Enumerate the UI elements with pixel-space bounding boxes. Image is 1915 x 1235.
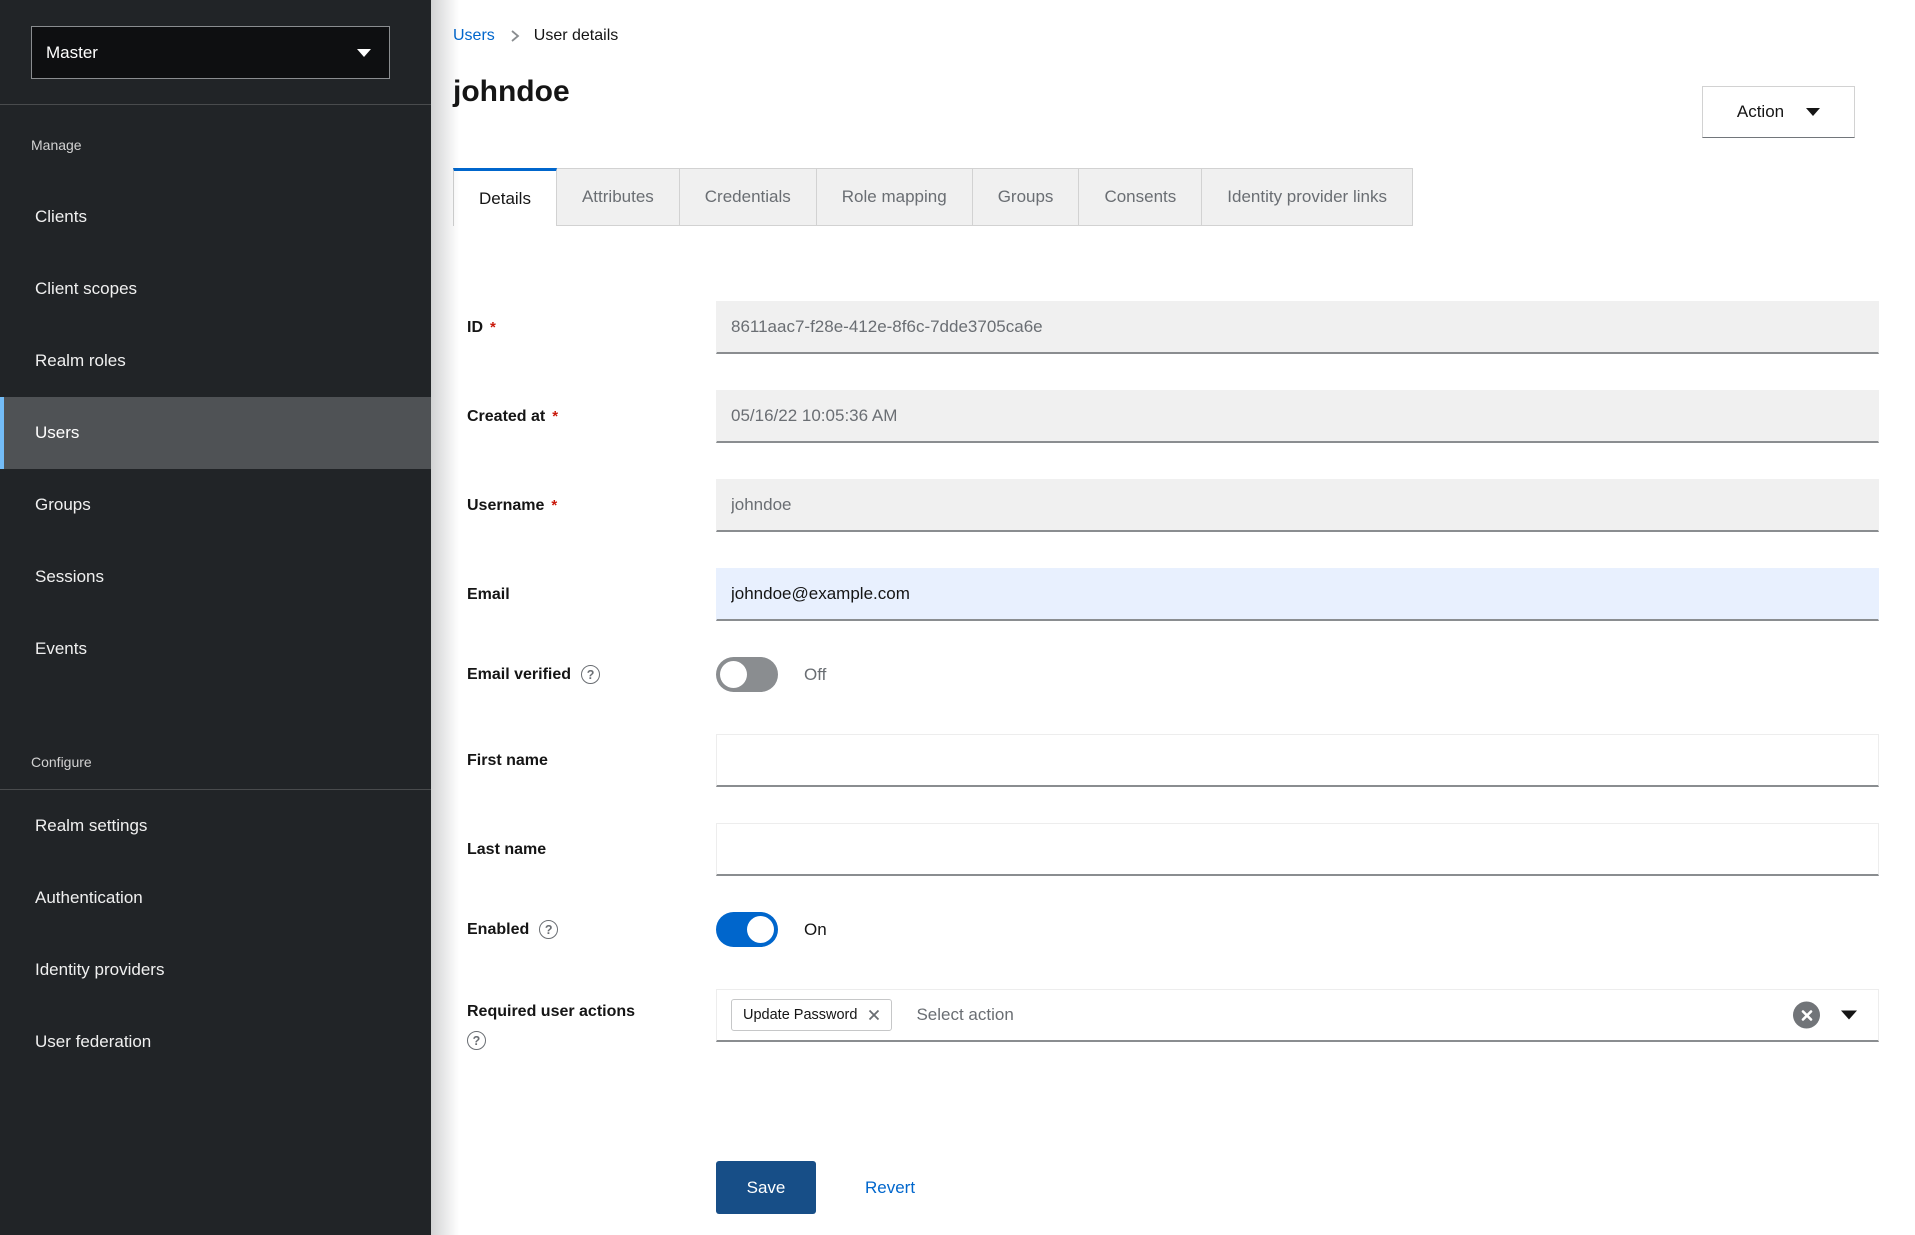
last-name-field[interactable] (716, 823, 1879, 876)
toggle-knob (720, 661, 747, 688)
form-row-created-at: Created at * (467, 390, 1879, 443)
realm-selector[interactable]: Master (31, 26, 390, 79)
form-row-email-verified: Email verified ? Off (467, 657, 1879, 692)
save-button[interactable]: Save (716, 1161, 816, 1214)
chip-remove-icon[interactable] (868, 1009, 880, 1021)
revert-link[interactable]: Revert (865, 1178, 915, 1198)
required-user-actions-select[interactable]: Update Password Select action (716, 989, 1879, 1042)
sidebar-item-realm-roles[interactable]: Realm roles (0, 325, 431, 397)
user-details-form: ID * Created at * Username * (431, 226, 1915, 1214)
sidebar-item-clients[interactable]: Clients (0, 181, 431, 253)
form-row-email: Email (467, 568, 1879, 621)
chevron-down-icon (1806, 108, 1820, 116)
toggle-knob (747, 916, 774, 943)
first-name-label: First name (467, 752, 716, 770)
breadcrumb: Users User details (431, 0, 1915, 45)
tab-credentials[interactable]: Credentials (680, 168, 817, 226)
id-label: ID * (467, 319, 716, 337)
enabled-toggle[interactable] (716, 912, 778, 947)
sidebar-item-events[interactable]: Events (0, 613, 431, 685)
email-verified-state: Off (804, 665, 826, 685)
breadcrumb-current: User details (534, 27, 618, 45)
sidebar-item-client-scopes[interactable]: Client scopes (0, 253, 431, 325)
last-name-label: Last name (467, 841, 716, 859)
sidebar-item-users[interactable]: Users (0, 397, 431, 469)
email-field[interactable] (716, 568, 1879, 621)
tab-attributes[interactable]: Attributes (557, 168, 680, 226)
page-title: johndoe (453, 75, 1915, 109)
sidebar: Master Manage Clients Client scopes Real… (0, 0, 431, 1235)
nav-section-manage: Manage Clients Client scopes Realm roles… (0, 105, 431, 685)
action-dropdown-button[interactable]: Action (1702, 86, 1855, 138)
sidebar-item-authentication[interactable]: Authentication (0, 862, 431, 934)
form-row-username: Username * (467, 479, 1879, 532)
form-row-first-name: First name (467, 734, 1879, 787)
help-icon[interactable]: ? (539, 920, 558, 939)
action-dropdown-label: Action (1737, 102, 1784, 122)
email-verified-label: Email verified ? (467, 665, 716, 684)
enabled-state: On (804, 920, 827, 940)
email-verified-toggle[interactable] (716, 657, 778, 692)
chevron-down-icon[interactable] (1841, 1011, 1857, 1020)
nav-section-title-manage: Manage (0, 109, 431, 181)
enabled-label: Enabled ? (467, 920, 716, 939)
email-label: Email (467, 586, 716, 604)
username-field (716, 479, 1879, 532)
required-asterisk: * (552, 408, 558, 425)
required-asterisk: * (490, 319, 496, 336)
form-row-last-name: Last name (467, 823, 1879, 876)
tab-identity-provider-links[interactable]: Identity provider links (1202, 168, 1413, 226)
form-row-required-user-actions: Required user actions ? Update Password … (467, 989, 1879, 1050)
sidebar-header: Master (0, 0, 431, 105)
created-at-field (716, 390, 1879, 443)
chevron-right-icon (508, 29, 521, 43)
created-at-label: Created at * (467, 408, 716, 426)
main-content: Users User details johndoe Action Detail… (431, 0, 1915, 1235)
required-asterisk: * (551, 497, 557, 514)
required-user-actions-label: Required user actions ? (467, 989, 716, 1050)
first-name-field[interactable] (716, 734, 1879, 787)
sidebar-item-groups[interactable]: Groups (0, 469, 431, 541)
nav-section-title-configure: Configure (0, 734, 431, 790)
breadcrumb-users-link[interactable]: Users (453, 27, 495, 45)
form-row-enabled: Enabled ? On (467, 912, 1879, 947)
form-actions: Save Revert (467, 1161, 1879, 1214)
help-icon[interactable]: ? (467, 1031, 486, 1050)
username-label: Username * (467, 497, 716, 515)
sidebar-item-sessions[interactable]: Sessions (0, 541, 431, 613)
clear-selection-icon[interactable] (1793, 1002, 1820, 1029)
form-row-id: ID * (467, 301, 1879, 354)
select-placeholder: Select action (916, 1005, 1013, 1025)
sidebar-item-identity-providers[interactable]: Identity providers (0, 934, 431, 1006)
help-icon[interactable]: ? (581, 665, 600, 684)
tab-bar: Details Attributes Credentials Role mapp… (453, 168, 1915, 226)
tab-consents[interactable]: Consents (1079, 168, 1202, 226)
sidebar-item-realm-settings[interactable]: Realm settings (0, 790, 431, 862)
chevron-down-icon (357, 49, 371, 57)
tab-groups[interactable]: Groups (973, 168, 1080, 226)
realm-selector-label: Master (46, 43, 357, 63)
chip-update-password: Update Password (731, 999, 892, 1031)
id-field (716, 301, 1879, 354)
tab-details[interactable]: Details (453, 168, 557, 226)
tab-role-mapping[interactable]: Role mapping (817, 168, 973, 226)
sidebar-item-user-federation[interactable]: User federation (0, 1006, 431, 1078)
nav-section-configure: Configure Realm settings Authentication … (0, 685, 431, 1078)
